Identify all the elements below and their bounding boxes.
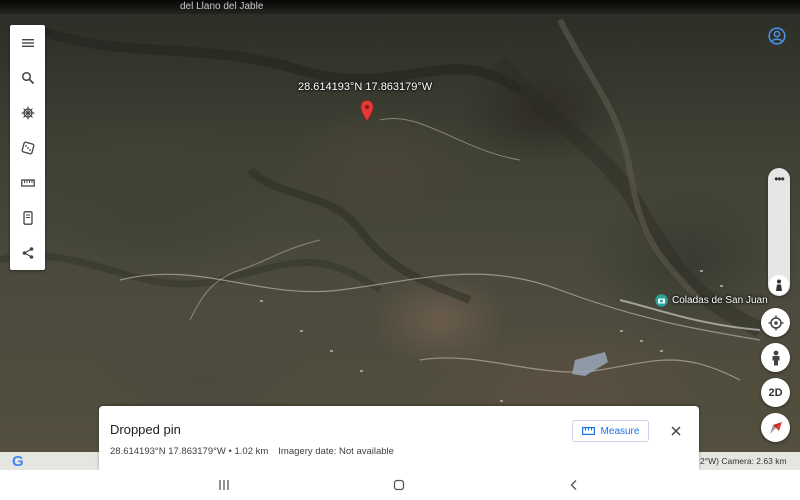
top-label-strip: del Llano del Jable xyxy=(0,0,800,14)
recent-apps-icon xyxy=(219,480,229,490)
toggle-2d-button[interactable]: 2D xyxy=(761,378,790,407)
voyager-icon xyxy=(21,106,34,119)
compass-button[interactable] xyxy=(761,413,790,442)
street-view-button[interactable] xyxy=(761,343,790,372)
map-view[interactable] xyxy=(0,0,800,470)
feeling-lucky-dice-icon xyxy=(21,141,34,154)
card-coordinates: 28.614193°N 17.863179°W xyxy=(110,446,226,457)
account-icon xyxy=(768,27,786,45)
place-label: Coladas de San Juan xyxy=(672,295,768,306)
card-distance: 1.02 km xyxy=(234,446,269,457)
left-toolbar xyxy=(10,25,45,270)
camera-info: 2°W) Camera: 2.63 km xyxy=(700,456,787,466)
compass-icon xyxy=(769,421,782,434)
share-button[interactable] xyxy=(10,235,45,270)
camera-place-icon xyxy=(655,294,668,307)
system-nav-bar xyxy=(0,470,800,500)
ruler-icon xyxy=(581,427,595,435)
measure-tool-button[interactable] xyxy=(10,165,45,200)
top-place-label: del Llano del Jable xyxy=(180,1,264,12)
toggle-2d-label: 2D xyxy=(768,386,783,399)
search-button[interactable] xyxy=(10,60,45,95)
share-icon xyxy=(22,246,33,259)
place-marker[interactable]: Coladas de San Juan xyxy=(655,294,768,307)
measure-label: Measure xyxy=(600,425,640,437)
google-logo: G xyxy=(12,453,24,470)
measure-button[interactable]: Measure xyxy=(572,420,649,442)
measure-ruler-icon xyxy=(20,178,35,187)
menu-icon xyxy=(21,38,34,47)
home-icon xyxy=(393,479,405,491)
menu-button[interactable] xyxy=(10,25,45,60)
dropped-pin-icon[interactable] xyxy=(360,100,374,122)
back-icon xyxy=(570,480,577,490)
pegman-icon xyxy=(772,350,779,365)
home-button[interactable] xyxy=(391,477,407,493)
more-options-icon[interactable]: ••• xyxy=(768,173,790,185)
back-button[interactable] xyxy=(566,477,582,493)
my-location-icon xyxy=(768,315,783,330)
card-imagery-date: Imagery date: Not available xyxy=(278,446,394,457)
projects-icon xyxy=(22,210,33,225)
close-icon xyxy=(671,426,681,436)
close-card-button[interactable] xyxy=(666,421,686,441)
slider-knob[interactable] xyxy=(769,275,789,295)
recent-apps-button[interactable] xyxy=(216,477,232,493)
search-icon xyxy=(21,71,34,84)
tilt-slider[interactable]: ••• xyxy=(768,168,790,296)
account-button[interactable] xyxy=(766,25,788,47)
feeling-lucky-button[interactable] xyxy=(10,130,45,165)
dropped-pin-card: Dropped pin 28.614193°N 17.863179°W • 1.… xyxy=(99,406,699,470)
card-title: Dropped pin xyxy=(110,422,181,437)
projects-button[interactable] xyxy=(10,200,45,235)
terrain-texture xyxy=(0,18,764,412)
person-icon xyxy=(776,279,782,291)
card-separator: • xyxy=(225,446,235,457)
voyager-button[interactable] xyxy=(10,95,45,130)
my-location-button[interactable] xyxy=(761,308,790,337)
pin-coordinates-label: 28.614193°N 17.863179°W xyxy=(298,81,433,93)
card-subtitle: 28.614193°N 17.863179°W • 1.02 km Imagery… xyxy=(110,446,394,457)
